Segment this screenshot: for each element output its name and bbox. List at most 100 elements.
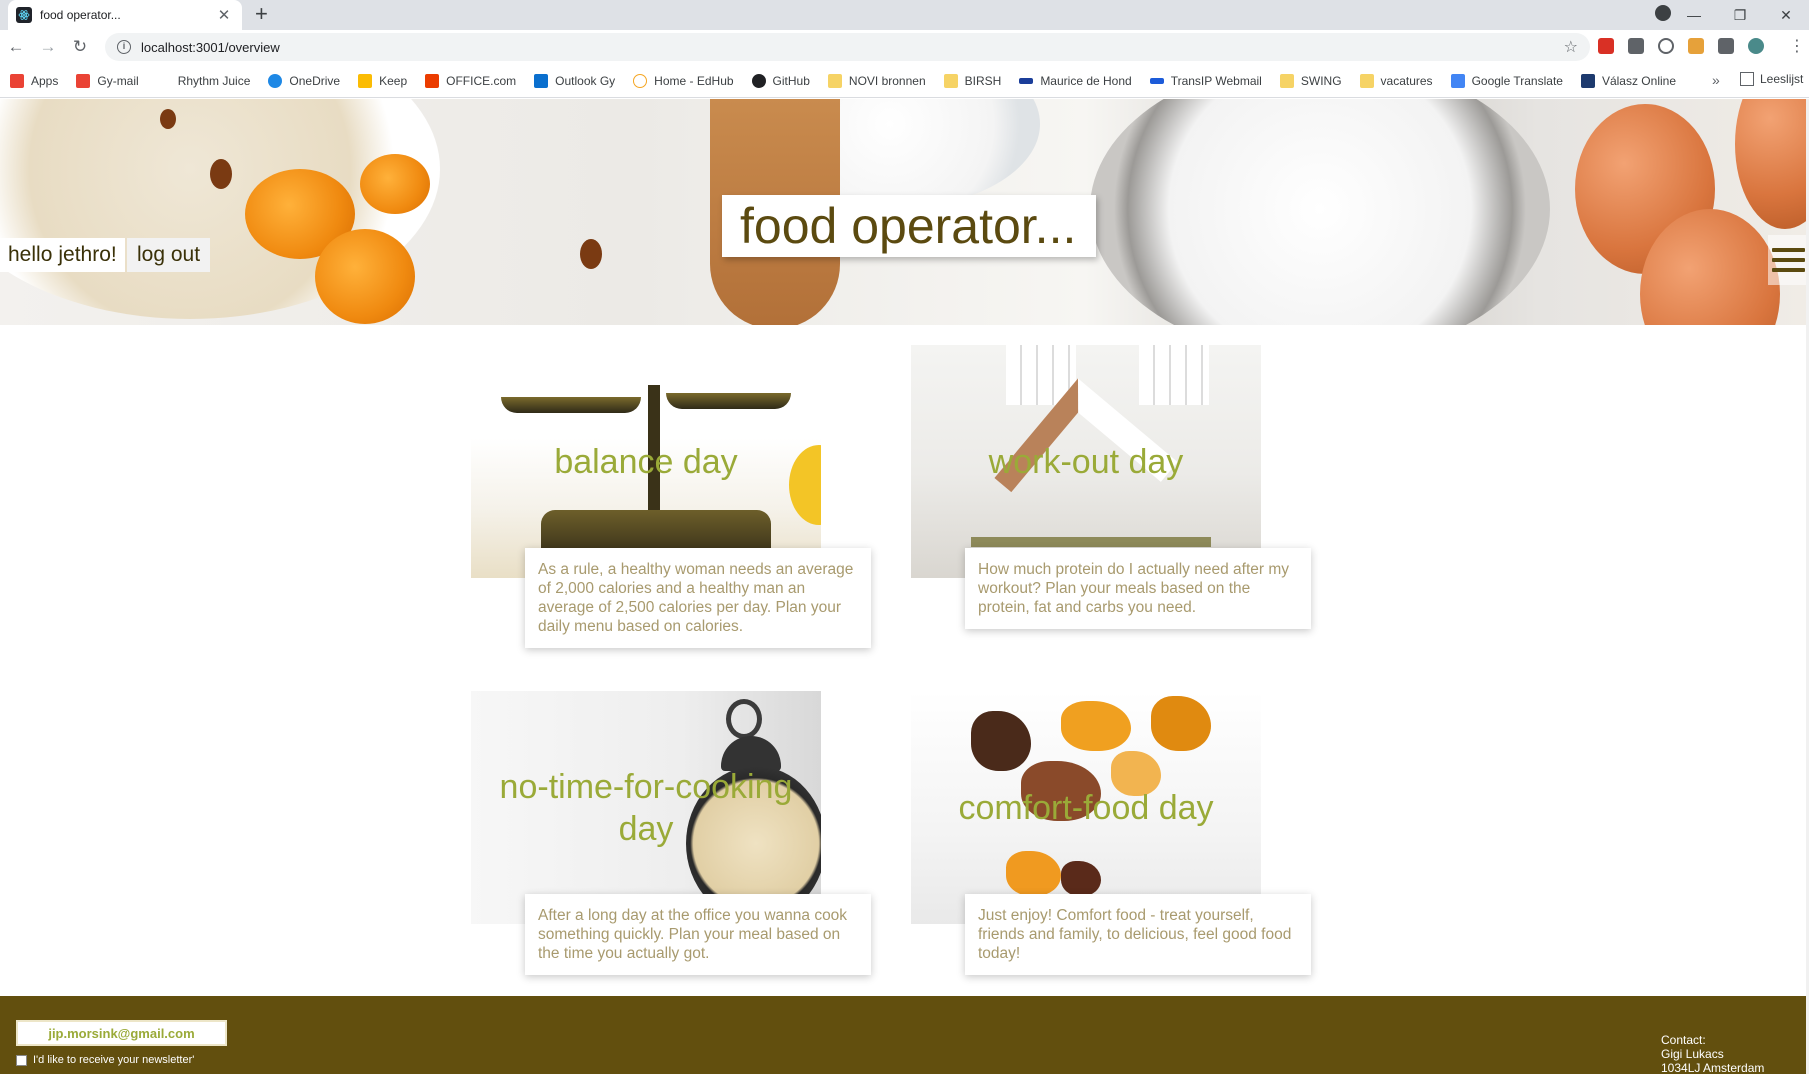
browser-tab[interactable]: food operator... ✕ — [8, 0, 242, 30]
reading-list-icon — [1740, 72, 1754, 86]
address-bar[interactable]: i localhost:3001/overview ☆ — [105, 33, 1590, 61]
card-title: no-time-for-cooking day — [499, 767, 793, 848]
hero-banner: food operator... hello jethro! log out — [0, 99, 1809, 325]
puzzle-icon[interactable] — [1718, 38, 1734, 54]
bookmark-item[interactable]: Keep — [358, 73, 408, 88]
newsletter-label: I'd like to receive your newsletter' — [33, 1054, 195, 1066]
folder-icon — [1359, 73, 1374, 88]
card-description: As a rule, a healthy woman needs an aver… — [525, 548, 871, 648]
bookmark-label: Válasz Online — [1601, 73, 1676, 88]
site-title[interactable]: food operator... — [722, 195, 1097, 257]
lastpass-icon[interactable] — [1598, 38, 1614, 54]
bookmark-label: OFFICE.com — [446, 73, 517, 88]
bookmark-item[interactable]: Gy-mail — [76, 73, 139, 88]
new-tab-icon[interactable]: + — [255, 2, 268, 26]
bookmarks-bar: Apps Gy-mail Rhythm Juice OneDrive Keep … — [0, 64, 1809, 98]
bookmark-label: Rhythm Juice — [177, 73, 251, 88]
contact-name: Gigi Lukacs — [1661, 1047, 1724, 1061]
bookmark-label: GitHub — [772, 73, 810, 88]
logout-label: log out — [137, 243, 201, 266]
reload-icon[interactable]: ↻ — [64, 37, 96, 57]
greeting: hello jethro! — [0, 238, 125, 272]
card-work-out-day[interactable]: work-out day How much protein do I actua… — [911, 345, 1311, 629]
newsletter-checkbox-row[interactable]: I'd like to receive your newsletter' — [16, 1054, 194, 1066]
newsletter-email-input[interactable]: jip.morsink@gmail.com — [16, 1020, 227, 1046]
tab-search-icon[interactable] — [1655, 5, 1671, 21]
edhub-icon — [633, 73, 648, 88]
bookmark-item[interactable]: Maurice de Hond — [1019, 74, 1132, 88]
github-icon — [751, 73, 766, 88]
site-info-icon[interactable]: i — [117, 40, 131, 54]
apricot-image — [315, 229, 415, 324]
color-picker-icon[interactable] — [1628, 38, 1644, 54]
card-description: Just enjoy! Comfort food - treat yoursel… — [965, 894, 1311, 975]
bookmark-item[interactable]: BIRSH — [943, 73, 1001, 88]
card-title: balance day — [554, 442, 738, 481]
bookmark-star-icon[interactable]: ☆ — [1564, 37, 1578, 57]
card-no-time-for-cooking-day[interactable]: no-time-for-cooking day After a long day… — [471, 691, 871, 975]
email-value: jip.morsink@gmail.com — [48, 1025, 195, 1041]
bookmark-label: TransIP Webmail — [1170, 73, 1262, 88]
bookmark-item[interactable]: vacatures — [1359, 73, 1433, 88]
valasz-icon — [1580, 73, 1595, 88]
back-icon[interactable]: ← — [0, 37, 32, 57]
hamburger-menu-icon[interactable] — [1768, 235, 1809, 285]
folder-icon — [827, 73, 842, 88]
bookmark-item[interactable]: TransIP Webmail — [1149, 73, 1262, 88]
contact-label: Contact: — [1661, 1033, 1706, 1047]
browser-toolbar: ← → ↻ i localhost:3001/overview ☆ ⋮ — [0, 30, 1809, 64]
profile-avatar[interactable] — [1748, 38, 1764, 54]
gmail-icon — [76, 73, 91, 88]
card-title: comfort-food day — [958, 788, 1214, 827]
browser-menu-icon[interactable]: ⋮ — [1789, 36, 1805, 56]
folder-icon — [943, 73, 958, 88]
footer: jip.morsink@gmail.com I'd like to receiv… — [0, 996, 1809, 1074]
reading-list[interactable]: Leeslijst — [1740, 72, 1803, 86]
logout-button[interactable]: log out — [127, 238, 211, 272]
keep-icon — [358, 73, 373, 88]
newsletter-checkbox[interactable] — [16, 1054, 27, 1066]
rhythm-juice-icon — [156, 73, 171, 88]
minimize-icon[interactable]: — — [1671, 7, 1717, 23]
bookmark-item[interactable]: Apps — [10, 73, 58, 88]
extension-flag-icon[interactable] — [1688, 38, 1704, 54]
tab-title: food operator... — [40, 8, 121, 22]
bookmark-item[interactable]: Google Translate — [1450, 73, 1563, 88]
office-icon — [425, 73, 440, 88]
extension-circle-icon[interactable] — [1658, 38, 1674, 54]
bookmark-label: SWING — [1300, 73, 1342, 88]
card-balance-day[interactable]: balance day As a rule, a healthy woman n… — [471, 345, 871, 648]
bookmark-label: Gy-mail — [97, 73, 139, 88]
bookmark-item[interactable]: OFFICE.com — [425, 73, 517, 88]
bookmark-label: Outlook Gy — [555, 73, 616, 88]
bookmark-item[interactable]: Rhythm Juice — [156, 73, 251, 88]
bookmark-label: NOVI bronnen — [848, 73, 926, 88]
bookmark-item[interactable]: GitHub — [751, 73, 810, 88]
page-content: food operator... hello jethro! log out ba… — [0, 99, 1809, 1074]
egg-image — [1735, 99, 1809, 229]
close-window-icon[interactable]: ✕ — [1763, 7, 1809, 24]
sugar-bowl-image — [1090, 99, 1550, 325]
bookmark-label: Home - EdHub — [654, 73, 734, 88]
close-tab-icon[interactable]: ✕ — [216, 6, 232, 24]
more-bookmarks-icon[interactable]: » — [1712, 72, 1720, 88]
forward-icon[interactable]: → — [32, 37, 64, 57]
card-comfort-food-day[interactable]: comfort-food day Just enjoy! Comfort foo… — [911, 691, 1311, 975]
folder-icon — [1279, 73, 1294, 88]
restore-icon[interactable]: ❐ — [1717, 7, 1763, 24]
card-description: How much protein do I actually need afte… — [965, 548, 1311, 629]
url-text: localhost:3001/overview — [141, 39, 280, 55]
bookmark-item[interactable]: SWING — [1279, 73, 1342, 88]
reading-list-label: Leeslijst — [1760, 72, 1804, 86]
react-icon — [16, 7, 32, 23]
contact-address: 1034LJ Amsterdam — [1661, 1061, 1765, 1074]
bookmark-item[interactable]: Outlook Gy — [534, 73, 616, 88]
bookmark-item[interactable]: OneDrive — [268, 73, 341, 88]
bookmark-item[interactable]: Válasz Online — [1580, 73, 1676, 88]
bookmark-label: Keep — [379, 73, 408, 88]
bookmark-item[interactable]: Home - EdHub — [633, 73, 734, 88]
greeting-label: hello — [8, 243, 53, 266]
mdh-icon — [1019, 77, 1034, 84]
bookmark-label: OneDrive — [289, 73, 341, 88]
bookmark-item[interactable]: NOVI bronnen — [827, 73, 926, 88]
